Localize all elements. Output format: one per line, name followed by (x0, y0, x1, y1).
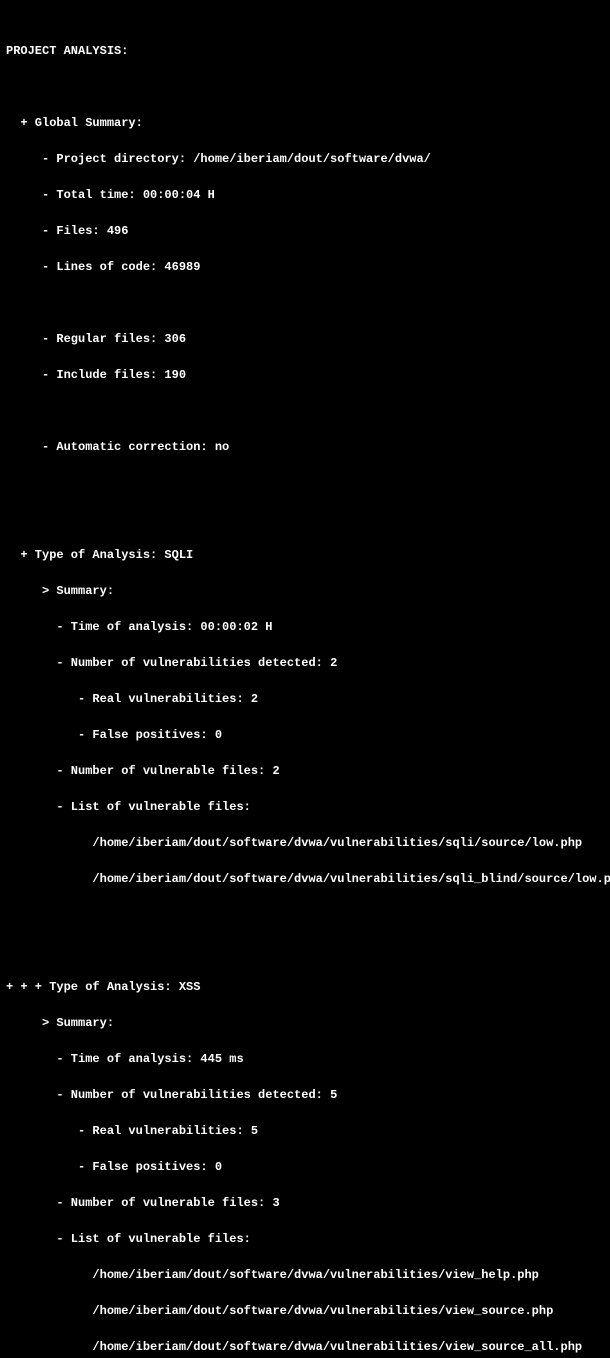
blank (6, 906, 604, 924)
sqli-false-value: 0 (215, 728, 222, 742)
loc: - Lines of code: 46989 (6, 258, 604, 276)
xss-time: - Time of analysis: 445 ms (6, 1050, 604, 1068)
sqli-false: - False positives: 0 (6, 726, 604, 744)
sqli-real-value: 2 (251, 692, 258, 706)
xss-header: + + + Type of Analysis: XSS (6, 978, 604, 996)
auto-label: - Automatic correction: (6, 440, 215, 454)
blank (6, 294, 604, 312)
sqli-real: - Real vulnerabilities: 2 (6, 690, 604, 708)
sqli-header: + Type of Analysis: SQLI (6, 546, 604, 564)
xss-false-label: - False positives: (6, 1160, 215, 1174)
sqli-detected: - Number of vulnerabilities detected: 2 (6, 654, 604, 672)
xss-detected-value: 5 (330, 1088, 337, 1102)
sqli-list-header: - List of vulnerable files: (6, 798, 604, 816)
regular-files: - Regular files: 306 (6, 330, 604, 348)
sqli-detected-label: - Number of vulnerabilities detected: (6, 656, 330, 670)
xss-vfiles-label: - Number of vulnerable files: (6, 1196, 272, 1210)
blank (6, 402, 604, 420)
xss-file-2: /home/iberiam/dout/software/dvwa/vulnera… (6, 1302, 604, 1320)
xss-false-value: 0 (215, 1160, 222, 1174)
sqli-summary: > Summary: (6, 582, 604, 600)
sqli-file-2: /home/iberiam/dout/software/dvwa/vulnera… (6, 870, 604, 888)
auto-value: no (215, 440, 229, 454)
xss-file-3: /home/iberiam/dout/software/dvwa/vulnera… (6, 1338, 604, 1356)
blank (6, 510, 604, 528)
auto-correction: - Automatic correction: no (6, 438, 604, 456)
sqli-vfiles-value: 2 (272, 764, 279, 778)
include-files: - Include files: 190 (6, 366, 604, 384)
xss-vfiles: - Number of vulnerable files: 3 (6, 1194, 604, 1212)
xss-false: - False positives: 0 (6, 1158, 604, 1176)
sqli-detected-value: 2 (330, 656, 337, 670)
xss-real-value: 5 (251, 1124, 258, 1138)
xss-real-label: - Real vulnerabilities: (6, 1124, 251, 1138)
sqli-file-1: /home/iberiam/dout/software/dvwa/vulnera… (6, 834, 604, 852)
blank (6, 78, 604, 96)
total-time: - Total time: 00:00:04 H (6, 186, 604, 204)
blank (6, 474, 604, 492)
global-header: + Global Summary: (6, 114, 604, 132)
xss-file-1: /home/iberiam/dout/software/dvwa/vulnera… (6, 1266, 604, 1284)
title: PROJECT ANALYSIS: (6, 42, 604, 60)
xss-summary: > Summary: (6, 1014, 604, 1032)
files-count: - Files: 496 (6, 222, 604, 240)
sqli-false-label: - False positives: (6, 728, 215, 742)
xss-real: - Real vulnerabilities: 5 (6, 1122, 604, 1140)
sqli-vfiles-label: - Number of vulnerable files: (6, 764, 272, 778)
sqli-vfiles: - Number of vulnerable files: 2 (6, 762, 604, 780)
blank (6, 942, 604, 960)
xss-vfiles-value: 3 (272, 1196, 279, 1210)
sqli-time: - Time of analysis: 00:00:02 H (6, 618, 604, 636)
project-dir: - Project directory: /home/iberiam/dout/… (6, 150, 604, 168)
xss-list-header: - List of vulnerable files: (6, 1230, 604, 1248)
xss-detected: - Number of vulnerabilities detected: 5 (6, 1086, 604, 1104)
sqli-real-label: - Real vulnerabilities: (6, 692, 251, 706)
xss-detected-label: - Number of vulnerabilities detected: (6, 1088, 330, 1102)
